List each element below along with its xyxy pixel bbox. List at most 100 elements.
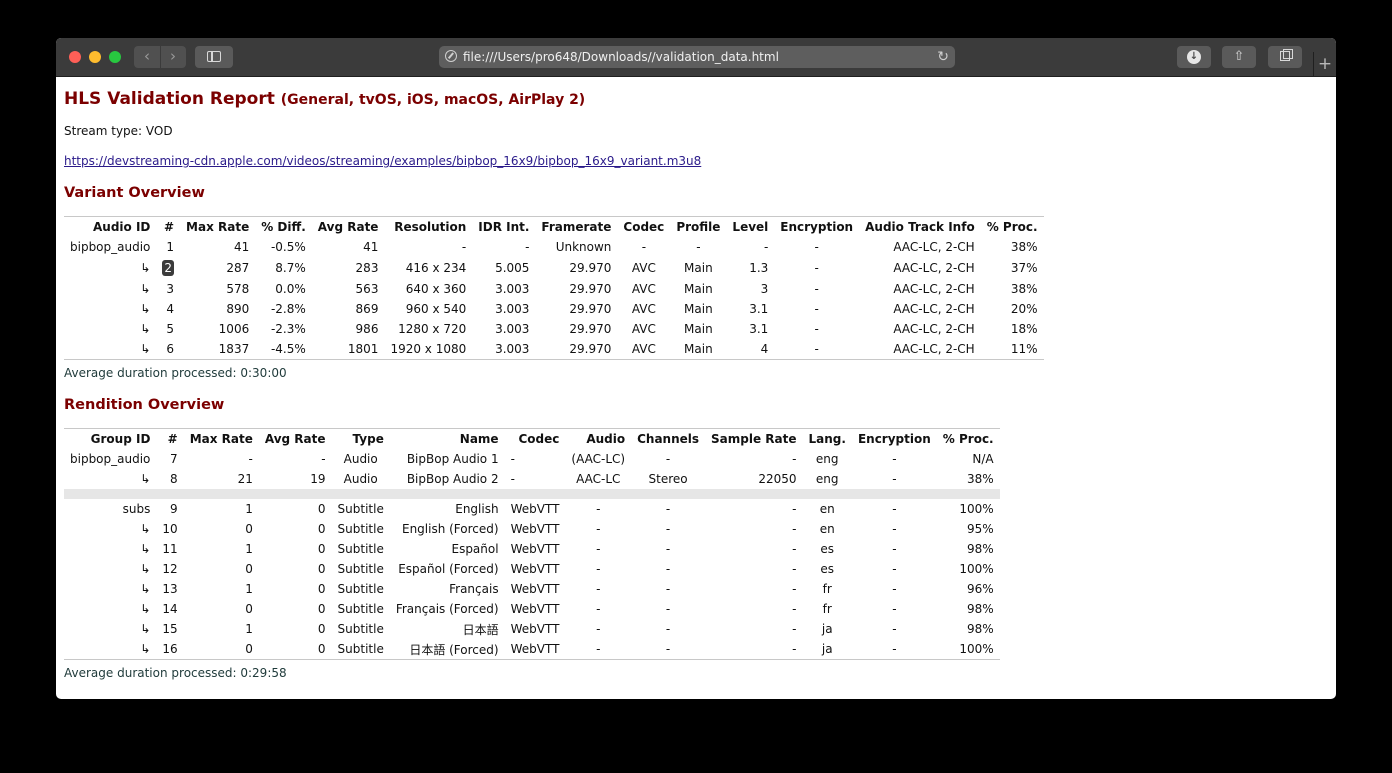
table-cell: - [892, 582, 897, 596]
table-cell: 20% [1010, 302, 1038, 316]
table-cell: WebVTT [510, 542, 560, 556]
table-cell: - [892, 622, 897, 636]
forward-button[interactable]: › [160, 46, 186, 68]
playlist-url-link[interactable]: https://devstreaming-cdn.apple.com/video… [64, 154, 701, 168]
table-cell: 0 [317, 602, 326, 616]
table-cell: Unknown [555, 240, 612, 254]
table-cell: 8 [170, 472, 178, 486]
table-cell: WebVTT [510, 502, 560, 516]
table-cell: N/A [972, 452, 994, 466]
table-cell: Subtitle [337, 502, 384, 516]
table-cell: - [510, 472, 515, 486]
table-cell: eng [815, 452, 839, 466]
new-tab-button[interactable]: + [1313, 52, 1336, 76]
variant-header-row: Audio ID # Max Rate % Diff. Avg Rate Resoluti… [64, 216, 1044, 238]
table-cell: BipBop Audio 1 [406, 452, 499, 466]
tab-overview-button[interactable] [1268, 46, 1302, 68]
table-cell: - [665, 522, 671, 536]
table-cell: 1 [245, 582, 253, 596]
selected-variant-index[interactable]: 2 [162, 260, 175, 276]
table-row: ↳ 15 1 0 Subtitle 日本語 WebVTT - - - ja - 98% [64, 619, 1000, 639]
table-cell: 5.005 [495, 261, 530, 275]
table-cell: 11% [1010, 342, 1038, 356]
table-cell: 100% [959, 502, 994, 516]
table-cell: ↳ [140, 302, 151, 316]
table-cell: 1.3 [749, 261, 769, 275]
variant-column-header: Avg Rate [317, 220, 379, 234]
table-cell: ↳ [140, 282, 151, 296]
table-cell: 日本語 [462, 622, 499, 637]
table-cell: AAC-LC, 2-CH [893, 302, 975, 316]
table-cell: ↳ [140, 582, 151, 596]
zoom-window-button[interactable] [109, 51, 121, 63]
table-cell: - [665, 452, 671, 466]
address-bar[interactable]: file:///Users/pro648/Downloads//validati… [439, 46, 955, 68]
table-cell: fr [822, 582, 832, 596]
table-cell: - [814, 322, 819, 336]
table-cell: 3 [166, 282, 175, 296]
table-cell: - [596, 502, 601, 516]
table-cell: 29.970 [569, 342, 612, 356]
table-cell: 0 [317, 522, 326, 536]
table-cell: 98% [966, 622, 994, 636]
table-cell: WebVTT [510, 602, 560, 616]
table-cell: 3.003 [495, 302, 530, 316]
table-cell: - [665, 602, 671, 616]
back-button[interactable]: ‹ [134, 46, 161, 68]
table-cell: 1 [166, 240, 175, 254]
table-cell: 1280 x 720 [398, 322, 467, 336]
minimize-window-button[interactable] [89, 51, 101, 63]
table-cell: 41 [363, 240, 379, 254]
table-cell: 13 [162, 582, 178, 596]
table-cell: 10 [162, 522, 178, 536]
table-cell: 9 [170, 502, 178, 516]
group-separator [64, 489, 1000, 499]
table-cell: ↳ [140, 562, 151, 576]
table-cell: Español (Forced) [398, 562, 499, 576]
table-cell: 22050 [758, 472, 797, 486]
table-cell: Français [449, 582, 499, 596]
table-cell: Subtitle [337, 522, 384, 536]
table-cell: 29.970 [569, 282, 612, 296]
table-cell: 3.003 [495, 322, 530, 336]
table-cell: 3 [760, 282, 769, 296]
rendition-column-header: % Proc. [942, 432, 994, 446]
table-cell: - [792, 642, 797, 656]
table-cell: ↳ [140, 622, 151, 636]
sidebar-toggle-button[interactable] [195, 46, 233, 68]
table-cell: Subtitle [337, 542, 384, 556]
table-cell: AAC-LC [576, 472, 621, 486]
downloads-button[interactable]: ↓ [1177, 46, 1211, 68]
close-window-button[interactable] [69, 51, 81, 63]
table-cell: - [665, 562, 671, 576]
rendition-table: Group ID # Max Rate Avg Rate Type Name Codec Au… [64, 428, 1000, 660]
table-cell: eng [815, 472, 839, 486]
table-cell: - [596, 522, 601, 536]
stream-type: Stream type: VOD [64, 124, 173, 138]
table-cell: Stereo [648, 472, 688, 486]
table-cell: (AAC-LC) [571, 452, 626, 466]
table-cell: 0 [317, 582, 326, 596]
table-row: ↳ 14 0 0 Subtitle Français (Forced) WebVTT - - - f… [64, 599, 1000, 619]
table-cell: AVC [631, 322, 656, 336]
table-cell: BipBop Audio 2 [406, 472, 499, 486]
rendition-column-header: Avg Rate [264, 432, 326, 446]
table-cell: - [596, 542, 601, 556]
table-cell: 29.970 [569, 302, 612, 316]
table-cell: 3.1 [749, 322, 769, 336]
table-cell: 98% [966, 542, 994, 556]
table-cell: - [665, 582, 671, 596]
table-cell: - [814, 302, 819, 316]
table-cell: 95% [966, 522, 994, 536]
rendition-column-header: Sample Rate [711, 432, 797, 446]
variant-column-header: Encryption [780, 220, 854, 234]
table-cell: English [455, 502, 499, 516]
table-cell: ja [821, 622, 833, 636]
browser-window: ‹ › file:///Users/pro648/Downloads//vali… [56, 38, 1336, 699]
variant-column-header: Audio ID [93, 220, 151, 234]
table-cell: 18% [1010, 322, 1038, 336]
reload-icon[interactable]: ↻ [937, 46, 949, 68]
table-cell: 0 [245, 602, 253, 616]
share-button[interactable]: ⇧ [1222, 46, 1256, 68]
table-cell: - [792, 522, 797, 536]
